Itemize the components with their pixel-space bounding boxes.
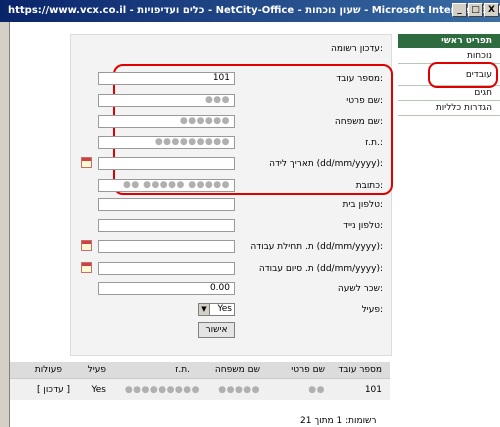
side-nav: תפריט ראשי נוכחות עובדים חגים הגדרות כלל… [398,34,500,116]
end-date-field[interactable] [98,262,235,275]
nav-holidays[interactable]: חגים [398,86,500,101]
calendar-icon[interactable] [81,240,92,251]
cell-last-name: ●●●●● [218,384,260,395]
highlight-circle [428,62,498,88]
submit-button[interactable]: אישור [198,322,235,338]
active-select[interactable]: ▼ Yes [198,303,235,316]
close-button[interactable]: X [484,3,499,17]
mobile-phone-label: טלפון נייד: [343,221,383,231]
last-name-label: שם משפחה: [334,117,383,127]
form-heading: עדכון רשומה: [330,44,383,54]
cell-first-name: ●● [308,384,325,395]
nav-general-settings[interactable]: הגדרות כלליות [398,101,500,116]
scrollbar-left[interactable] [0,22,10,427]
col-id-no: ת.ז. [175,365,190,375]
edit-link[interactable]: [ עדכון ] [24,379,70,400]
active-select-value: Yes [217,304,232,314]
minimize-button[interactable]: _ [452,3,467,17]
window-title: https://www.vcx.co.il - כלים ועדיפויות -… [8,5,500,16]
start-date-field[interactable] [98,240,235,253]
id-number-field[interactable]: ●●●●●●●●● [98,136,235,149]
employees-table: מספר עובד שם פרטי שם משפחה ת.ז. פעיל פעו… [10,362,390,400]
birth-date-field[interactable] [98,157,235,170]
birth-date-label: תאריך לידה (dd/mm/yyyy): [269,159,383,169]
maximize-button[interactable]: □ [468,3,483,17]
mobile-phone-field[interactable] [98,219,235,232]
col-first-name: שם פרטי [291,365,325,375]
cell-employee-no: 101 [364,384,382,395]
address-field[interactable]: ●● ●●●●● ●●●●● ●●●● [98,179,235,192]
active-label: פעיל: [361,305,383,315]
calendar-icon[interactable] [81,157,92,168]
col-active: פעיל [87,365,106,375]
hourly-wage-field[interactable]: 0.00 [98,282,235,295]
nav-employees[interactable]: עובדים [398,62,500,88]
home-phone-label: טלפון בית: [342,200,383,210]
employee-number-label: מספר עובד: [336,74,383,84]
edit-record-form: עדכון רשומה: 101 מספר עובד: ●●● שם פרטי:… [70,34,393,356]
employee-number-field[interactable]: 101 [98,72,235,85]
calendar-icon[interactable] [81,262,92,273]
cell-id-no: ●●●●●●●●● [124,384,200,395]
first-name-field[interactable]: ●●● [98,94,235,107]
col-last-name: שם משפחה [214,365,260,375]
id-number-label: ת.ז.: [365,138,383,148]
window-titlebar: https://www.vcx.co.il - כלים ועדיפויות -… [0,0,500,22]
home-phone-field[interactable] [98,198,235,211]
table-header: מספר עובד שם פרטי שם משפחה ת.ז. פעיל פעו… [10,362,390,378]
last-name-field[interactable]: ●●●●●● [98,115,235,128]
records-count: רשומות: 1 מתוך 21 [300,416,377,426]
hourly-wage-label: שכר לשעה: [337,284,383,294]
start-date-label: ת. תחילת עבודה (dd/mm/yyyy): [250,242,383,252]
col-actions: פעולות [34,365,62,375]
chevron-down-icon: ▼ [199,304,210,315]
cell-active: Yes [91,384,106,395]
address-label: כתובת: [355,181,383,191]
first-name-label: שם פרטי: [346,96,383,106]
end-date-label: ת. סיום עבודה (dd/mm/yyyy): [258,264,383,274]
table-row: 101 ●● ●●●●● ●●●●●●●●● Yes [ עדכון ] [10,378,390,400]
col-employee-no: מספר עובד [338,365,382,375]
nav-main-menu[interactable]: תפריט ראשי [398,34,500,49]
